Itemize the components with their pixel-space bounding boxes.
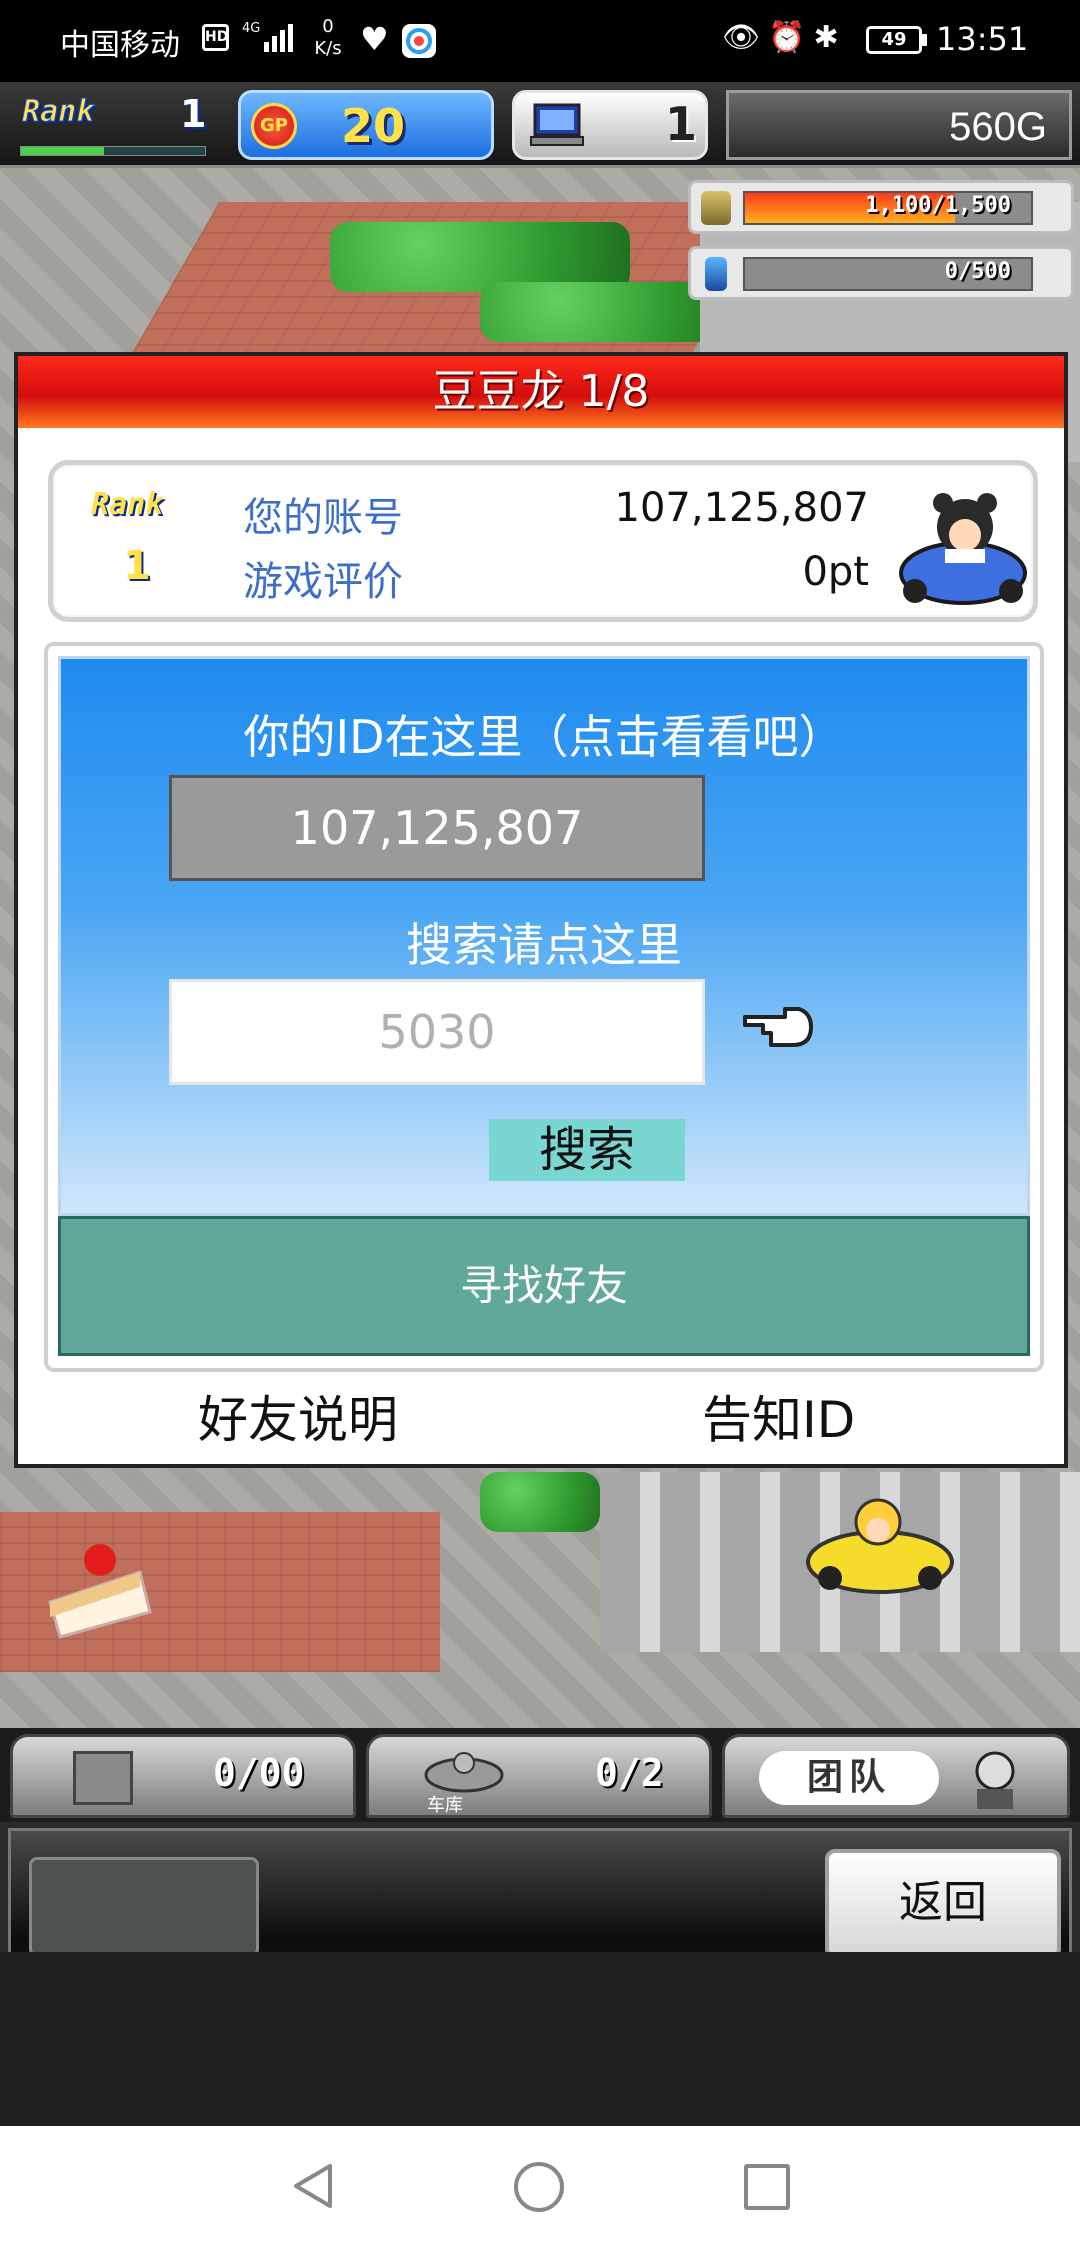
computer-panel[interactable]: 1 — [512, 90, 708, 160]
rating-value: 0pt — [802, 549, 869, 595]
race-car-icon — [899, 493, 1027, 605]
hedge — [480, 1472, 600, 1532]
my-id-field[interactable]: 107,125,807 — [169, 775, 705, 881]
friend-help-link[interactable]: 好友说明 — [198, 1380, 398, 1452]
gp-panel[interactable]: GP 20 — [238, 90, 494, 160]
hd-icon: HD — [202, 24, 229, 51]
team-label: 团队 — [759, 1751, 939, 1805]
gp-value: 20 — [341, 99, 406, 153]
computer-icon — [530, 103, 584, 146]
team-tab[interactable]: 团队 — [722, 1734, 1070, 1818]
rating-label: 游戏评价 — [243, 559, 403, 605]
dialog-title: 豆豆龙 1/8 — [18, 356, 1064, 428]
battery-icon: 49 — [866, 26, 922, 54]
health-icon: ♥ — [360, 20, 389, 58]
fuel-gauge-text: 0/500 — [944, 259, 1011, 284]
control-panel: 返回 — [8, 1828, 1072, 1952]
share-id-link[interactable]: 告知ID — [702, 1380, 855, 1452]
app-notification-icon — [402, 24, 436, 58]
friend-id-input[interactable]: 5030 — [169, 979, 705, 1085]
crate-icon — [73, 1751, 133, 1805]
money-panel: 560G — [726, 90, 1072, 160]
empty-slot — [29, 1857, 259, 1952]
search-button[interactable]: 搜索 — [489, 1119, 685, 1181]
clock: 13:51 — [936, 20, 1029, 58]
money-bag-icon — [701, 191, 731, 225]
account-rank-value: 1 — [123, 543, 151, 589]
recents-nav-icon[interactable] — [744, 2164, 790, 2210]
status-bar: 中国移动 HD 4G 0 K/s ♥ 👁⏰✱ 49 13:51 — [0, 0, 1080, 82]
pointing-hand-icon — [743, 1007, 813, 1047]
computer-value: 1 — [665, 97, 698, 151]
id-heading: 你的ID在这里（点击看看吧） — [243, 710, 845, 764]
staff-portrait-icon — [975, 1751, 1015, 1809]
rank-logo-icon: Rank — [91, 487, 164, 522]
find-friend-button[interactable]: 寻找好友 — [58, 1216, 1030, 1356]
fuel-gauge: 0/500 — [688, 246, 1074, 300]
id-section: 你的ID在这里（点击看看吧） 107,125,807 搜索请点这里 5030 搜… — [58, 656, 1030, 1216]
cake-icon — [40, 1532, 160, 1642]
id-panel: 你的ID在这里（点击看看吧） 107,125,807 搜索请点这里 5030 搜… — [44, 642, 1044, 1372]
account-card: Rank 1 您的账号 107,125,807 游戏评价 0pt — [48, 460, 1038, 622]
navigation-bar — [0, 2126, 1080, 2244]
home-nav-icon[interactable] — [514, 2162, 564, 2212]
account-value: 107,125,807 — [614, 485, 869, 531]
garage-tab[interactable]: 车库 0/2 — [366, 1734, 712, 1818]
funds-gauge: 1,100/1,500 — [688, 180, 1074, 234]
money-value: 560G — [949, 105, 1047, 149]
carrier-label: 中国移动 — [60, 28, 180, 63]
network-type: 4G — [242, 21, 261, 36]
rank-value: 1 — [180, 92, 207, 136]
race-car-icon — [800, 1482, 960, 1602]
back-nav-icon[interactable] — [290, 2162, 338, 2210]
rank-logo-icon: Rank — [21, 94, 95, 130]
friend-dialog: 豆豆龙 1/8 Rank 1 您的账号 107,125,807 游戏评价 0pt… — [14, 352, 1068, 1468]
search-heading: 搜索请点这里 — [406, 918, 682, 972]
garage-count: 0/2 — [595, 1751, 664, 1795]
garage-label: 车库 — [427, 1795, 463, 1816]
funds-gauge-text: 1,100/1,500 — [865, 193, 1011, 218]
rank-progress-bar — [20, 146, 206, 156]
signal-icon — [264, 24, 293, 52]
account-label: 您的账号 — [243, 495, 403, 541]
garage-car-icon — [424, 1752, 504, 1793]
top-hud: Rank 1 GP 20 1 560G — [0, 82, 1080, 168]
fuel-bottle-icon — [705, 257, 727, 291]
rank-panel[interactable]: Rank 1 — [14, 90, 214, 158]
system-icons: 👁⏰✱ — [722, 20, 847, 55]
inventory-tab[interactable]: 0/00 — [10, 1734, 356, 1818]
bottom-hud: 0/00 车库 0/2 团队 返回 — [0, 1728, 1080, 1952]
net-speed: 0 K/s — [314, 16, 342, 59]
back-button[interactable]: 返回 — [825, 1849, 1061, 1952]
inventory-count: 0/00 — [213, 1751, 305, 1795]
gp-coin-icon: GP — [251, 103, 297, 149]
